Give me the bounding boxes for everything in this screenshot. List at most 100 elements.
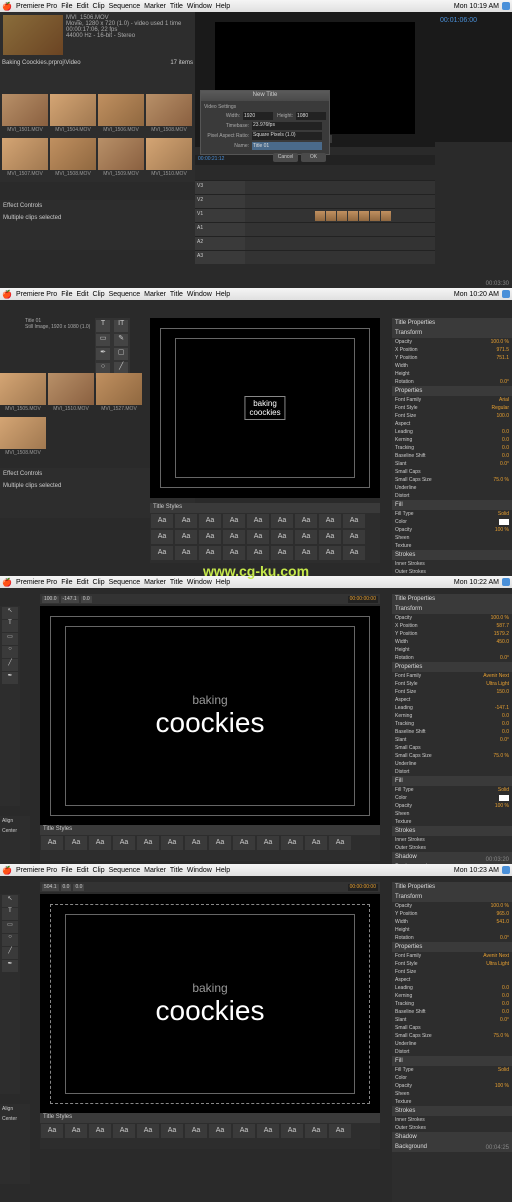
slant-val[interactable]: 0.0°: [500, 1017, 509, 1023]
menu-marker[interactable]: Marker: [144, 3, 166, 10]
menu-window[interactable]: Window: [187, 579, 212, 586]
selection-tool[interactable]: ↖: [2, 607, 18, 619]
style-swatch[interactable]: Aa: [295, 546, 317, 560]
baseline-val[interactable]: 0.0: [502, 453, 509, 459]
style-swatch[interactable]: Aa: [209, 836, 231, 850]
style-swatch[interactable]: Aa: [89, 1124, 111, 1138]
style-swatch[interactable]: Aa: [319, 530, 341, 544]
smallcaps-val[interactable]: 75.0 %: [493, 1033, 509, 1039]
menu-help[interactable]: Help: [216, 579, 230, 586]
menu-help[interactable]: Help: [216, 3, 230, 10]
title-canvas[interactable]: baking coockies: [40, 606, 380, 826]
style-swatch[interactable]: Aa: [223, 546, 245, 560]
kerning-val[interactable]: 0.0: [502, 993, 509, 999]
selection-tool[interactable]: ↖: [2, 895, 18, 907]
apple-icon[interactable]: 🍎: [2, 578, 12, 587]
title-properties-panel[interactable]: Title Properties Transform Opacity100.0 …: [392, 882, 512, 1202]
title-text[interactable]: baking coockies: [156, 981, 265, 1027]
par-select[interactable]: Square Pixels (1.0): [252, 132, 322, 140]
menu-sequence[interactable]: Sequence: [109, 867, 141, 874]
spotlight-icon[interactable]: [502, 866, 510, 874]
tb-size[interactable]: 100.0: [42, 596, 59, 603]
pen-tool[interactable]: ✒: [2, 960, 18, 972]
kerning-val[interactable]: 0.0: [502, 437, 509, 443]
bin-thumb[interactable]: [50, 138, 96, 170]
style-swatch[interactable]: Aa: [137, 1124, 159, 1138]
leading-val[interactable]: -147.1: [495, 705, 509, 711]
style-swatch[interactable]: Aa: [281, 836, 303, 850]
title-text[interactable]: baking coockies: [156, 693, 265, 739]
leading-val[interactable]: 0.0: [502, 429, 509, 435]
title-canvas[interactable]: baking coockies: [40, 894, 380, 1114]
style-swatch[interactable]: Aa: [271, 546, 293, 560]
ypos-val[interactable]: 1579.2: [494, 631, 509, 637]
menu-sequence[interactable]: Sequence: [109, 291, 141, 298]
ypos-val[interactable]: 965.0: [496, 911, 509, 917]
tracking-val[interactable]: 0.0: [502, 445, 509, 451]
bin-thumb[interactable]: [146, 94, 192, 126]
style-swatch[interactable]: Aa: [319, 514, 341, 528]
menu-clip[interactable]: Clip: [93, 3, 105, 10]
tracking-val[interactable]: 0.0: [502, 1001, 509, 1007]
apple-icon[interactable]: 🍎: [2, 2, 12, 11]
style-swatch[interactable]: Aa: [199, 546, 221, 560]
bin-thumb[interactable]: [98, 94, 144, 126]
transform-section[interactable]: Transform: [392, 328, 512, 338]
menu-help[interactable]: Help: [216, 867, 230, 874]
title-canvas[interactable]: baking coockies: [150, 318, 380, 498]
timeline-clip[interactable]: [348, 211, 358, 221]
timeline-clip[interactable]: [370, 211, 380, 221]
project-bin[interactable]: MVI_1506.MOV Movie, 1280 x 720 (1.0) - v…: [0, 12, 195, 92]
height-input[interactable]: [296, 112, 326, 120]
style-swatch[interactable]: Aa: [113, 836, 135, 850]
line-tool[interactable]: ╱: [2, 947, 18, 959]
style-swatch[interactable]: Aa: [89, 836, 111, 850]
shadow-section[interactable]: Shadow: [392, 1132, 512, 1142]
properties-section[interactable]: Properties: [392, 662, 512, 672]
tb-leading[interactable]: 0.0: [61, 884, 72, 891]
smallcaps-val[interactable]: 75.0 %: [493, 477, 509, 483]
leading-val[interactable]: 0.0: [502, 985, 509, 991]
menu-marker[interactable]: Marker: [144, 579, 166, 586]
style-swatch[interactable]: Aa: [257, 836, 279, 850]
style-swatch[interactable]: Aa: [257, 1124, 279, 1138]
menu-clip[interactable]: Clip: [93, 291, 105, 298]
title-styles-panel[interactable]: Title Styles Aa Aa Aa Aa Aa Aa Aa Aa Aa …: [150, 503, 380, 563]
opacity-val[interactable]: 100.0 %: [491, 339, 509, 345]
style-swatch[interactable]: Aa: [343, 514, 365, 528]
menu-sequence[interactable]: Sequence: [109, 3, 141, 10]
macos-menubar[interactable]: 🍎 Premiere Pro File Edit Clip Sequence M…: [0, 0, 512, 12]
transform-section[interactable]: Transform: [392, 892, 512, 902]
spotlight-icon[interactable]: [502, 578, 510, 586]
timeline-clip[interactable]: [359, 211, 369, 221]
text-tool[interactable]: T: [2, 620, 18, 632]
timebase-select[interactable]: 23.976fps: [252, 122, 322, 130]
menu-marker[interactable]: Marker: [144, 291, 166, 298]
fill-opacity-val[interactable]: 100 %: [495, 527, 509, 533]
style-swatch[interactable]: Aa: [295, 530, 317, 544]
menu-edit[interactable]: Edit: [76, 579, 88, 586]
style-swatch[interactable]: Aa: [65, 836, 87, 850]
font-style-val[interactable]: Ultra Light: [486, 961, 509, 967]
width-val[interactable]: 450.0: [496, 639, 509, 645]
spotlight-icon[interactable]: [502, 290, 510, 298]
style-swatch[interactable]: Aa: [305, 836, 327, 850]
style-swatch[interactable]: Aa: [151, 546, 173, 560]
vtext-tool[interactable]: IT: [114, 320, 128, 332]
style-swatch[interactable]: Aa: [209, 1124, 231, 1138]
fill-section[interactable]: Fill: [392, 1056, 512, 1066]
bin-thumb[interactable]: [2, 138, 48, 170]
menu-clip[interactable]: Clip: [93, 579, 105, 586]
cancel-button[interactable]: Cancel: [273, 153, 298, 162]
style-swatch[interactable]: Aa: [161, 1124, 183, 1138]
xpos-val[interactable]: 587.7: [496, 623, 509, 629]
style-swatch[interactable]: Aa: [161, 836, 183, 850]
apple-icon[interactable]: 🍎: [2, 290, 12, 299]
properties-section[interactable]: Properties: [392, 942, 512, 952]
font-size-val[interactable]: 150.0: [496, 689, 509, 695]
tb-kerning[interactable]: 0.0: [81, 596, 92, 603]
rect-tool[interactable]: ▭: [2, 633, 18, 645]
effect-controls-panel[interactable]: Effect Controls Multiple clips selected: [0, 200, 195, 250]
strokes-section[interactable]: Strokes: [392, 1106, 512, 1116]
menu-edit[interactable]: Edit: [76, 867, 88, 874]
